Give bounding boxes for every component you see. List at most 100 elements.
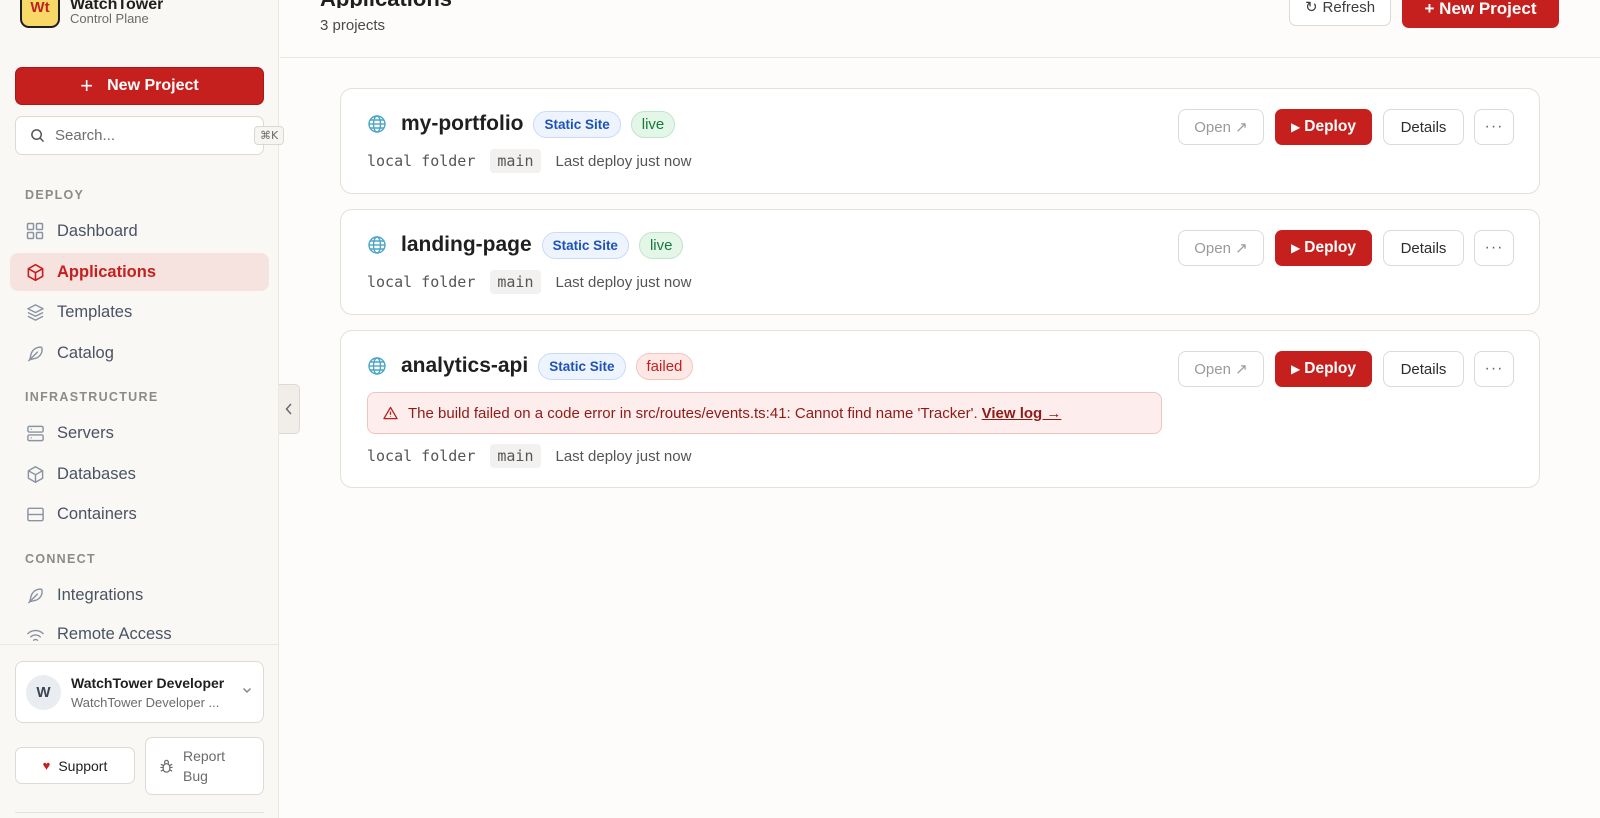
build-error-alert: The build failed on a code error in src/… bbox=[367, 392, 1162, 434]
refresh-button[interactable]: ↻ Refresh bbox=[1289, 0, 1391, 26]
project-source: local folder bbox=[367, 152, 476, 170]
feather-icon bbox=[25, 343, 45, 363]
sidebar-bottom-divider bbox=[15, 812, 264, 813]
status-badge: failed bbox=[635, 352, 694, 380]
section-label-connect: CONNECT bbox=[25, 552, 96, 566]
sidebar-item-label: Integrations bbox=[57, 585, 144, 604]
project-last-deploy: Last deploy just now bbox=[555, 447, 692, 465]
details-button[interactable]: Details bbox=[1383, 351, 1464, 387]
sidebar: Wt WatchTower Control Plane + New Projec… bbox=[0, 0, 285, 818]
globe-icon bbox=[367, 235, 387, 255]
more-options-button[interactable]: ··· bbox=[1474, 109, 1514, 145]
sidebar-item-templates[interactable]: Templates bbox=[10, 293, 269, 331]
project-card-landing-page: landing-page Static Site live local fold… bbox=[340, 209, 1540, 315]
sidebar-item-label: Databases bbox=[57, 464, 136, 483]
play-icon: ▶ bbox=[1291, 241, 1301, 255]
details-label: Details bbox=[1400, 360, 1447, 378]
sidebar-new-project-button[interactable]: + New Project bbox=[15, 67, 264, 105]
project-branch: main bbox=[490, 444, 541, 468]
more-icon: ··· bbox=[1484, 360, 1504, 377]
open-label: Open bbox=[1194, 118, 1231, 136]
project-last-deploy: Last deploy just now bbox=[555, 152, 692, 170]
globe-icon bbox=[367, 356, 387, 376]
more-options-button[interactable]: ··· bbox=[1474, 351, 1514, 387]
sidebar-divider bbox=[0, 644, 279, 645]
page-subtitle: 3 projects bbox=[320, 17, 386, 34]
sidebar-item-remote-access[interactable]: Remote Access bbox=[10, 616, 269, 644]
page-title: Applications bbox=[320, 0, 452, 8]
avatar: W bbox=[26, 674, 61, 710]
external-link-icon: ↗ bbox=[1235, 361, 1248, 378]
more-options-button[interactable]: ··· bbox=[1474, 230, 1514, 266]
view-log-link[interactable]: View log → bbox=[982, 405, 1062, 422]
section-label-infrastructure: INFRASTRUCTURE bbox=[25, 390, 159, 404]
more-icon: ··· bbox=[1484, 118, 1504, 135]
open-button[interactable]: Open ↗ bbox=[1178, 109, 1264, 145]
support-button[interactable]: ♥ Support bbox=[15, 747, 135, 784]
sidebar-item-label: Applications bbox=[57, 262, 157, 281]
project-branch: main bbox=[490, 149, 541, 173]
sidebar-item-label: Remote Access bbox=[57, 625, 172, 643]
sidebar-item-servers[interactable]: Servers bbox=[10, 414, 269, 452]
project-name[interactable]: landing-page bbox=[401, 233, 532, 257]
open-button[interactable]: Open ↗ bbox=[1178, 351, 1264, 387]
chevron-down-icon bbox=[241, 683, 253, 701]
project-source: local folder bbox=[367, 447, 476, 465]
sidebar-item-label: Containers bbox=[57, 504, 137, 523]
brand-subtitle: Control Plane bbox=[70, 11, 149, 26]
user-subtitle: WatchTower Developer ... bbox=[71, 694, 220, 710]
deploy-button[interactable]: ▶ Deploy bbox=[1275, 351, 1372, 387]
sidebar-item-label: Dashboard bbox=[57, 221, 138, 240]
open-button[interactable]: Open ↗ bbox=[1178, 230, 1264, 266]
details-button[interactable]: Details bbox=[1383, 109, 1464, 145]
project-branch: main bbox=[490, 270, 541, 294]
sidebar-collapse-toggle[interactable] bbox=[279, 384, 300, 434]
header-new-project-label: + New Project bbox=[1424, 0, 1537, 18]
sidebar-item-dashboard[interactable]: Dashboard bbox=[10, 212, 269, 250]
search-input[interactable] bbox=[55, 127, 254, 144]
open-label: Open bbox=[1194, 360, 1231, 378]
deploy-button[interactable]: ▶ Deploy bbox=[1275, 230, 1372, 266]
report-bug-button[interactable]: Report Bug bbox=[145, 737, 264, 795]
user-menu[interactable]: W WatchTower Developer WatchTower Develo… bbox=[15, 661, 264, 723]
details-button[interactable]: Details bbox=[1383, 230, 1464, 266]
search-icon bbox=[30, 128, 45, 143]
deploy-button[interactable]: ▶ Deploy bbox=[1275, 109, 1372, 145]
sidebar-item-catalog[interactable]: Catalog bbox=[10, 334, 269, 372]
details-label: Details bbox=[1400, 239, 1447, 257]
project-name[interactable]: analytics-api bbox=[401, 354, 528, 378]
warning-icon bbox=[383, 406, 398, 420]
box-icon bbox=[25, 464, 45, 484]
status-badge: live bbox=[630, 110, 676, 138]
report-bug-label: Report Bug bbox=[183, 748, 226, 784]
sidebar-new-project-label: New Project bbox=[107, 77, 199, 94]
sidebar-item-applications[interactable]: Applications bbox=[10, 253, 269, 291]
sidebar-item-label: Servers bbox=[57, 423, 114, 442]
project-card-my-portfolio: my-portfolio Static Site live local fold… bbox=[340, 88, 1540, 194]
brand[interactable]: Wt WatchTower Control Plane bbox=[20, 0, 163, 28]
chevron-left-icon bbox=[284, 402, 294, 416]
header-new-project-button[interactable]: + New Project bbox=[1402, 0, 1559, 28]
project-name[interactable]: my-portfolio bbox=[401, 112, 523, 136]
project-source: local folder bbox=[367, 273, 476, 291]
play-icon: ▶ bbox=[1291, 120, 1301, 134]
search-box[interactable]: ⌘K bbox=[15, 116, 285, 155]
heart-icon: ♥ bbox=[42, 758, 51, 773]
wifi-icon bbox=[25, 625, 45, 644]
error-message: The build failed on a code error in src/… bbox=[408, 404, 978, 422]
brand-name: WatchTower bbox=[70, 0, 164, 9]
external-link-icon: ↗ bbox=[1235, 119, 1248, 136]
project-type-badge: Static Site bbox=[538, 352, 626, 380]
deploy-label: Deploy bbox=[1304, 239, 1356, 256]
cube-icon bbox=[25, 262, 45, 282]
sidebar-item-databases[interactable]: Databases bbox=[10, 455, 269, 493]
section-label-deploy: DEPLOY bbox=[25, 188, 85, 202]
project-card-analytics-api: analytics-api Static Site failed The bui… bbox=[340, 330, 1540, 488]
sidebar-item-containers[interactable]: Containers bbox=[10, 495, 269, 533]
sidebar-item-label: Catalog bbox=[57, 343, 114, 362]
sidebar-item-integrations[interactable]: Integrations bbox=[10, 576, 269, 614]
page-header: Applications 3 projects ↻ Refresh + New … bbox=[280, 0, 1600, 58]
external-link-icon: ↗ bbox=[1235, 240, 1248, 257]
details-label: Details bbox=[1400, 118, 1447, 136]
search-shortcut: ⌘K bbox=[254, 126, 285, 145]
